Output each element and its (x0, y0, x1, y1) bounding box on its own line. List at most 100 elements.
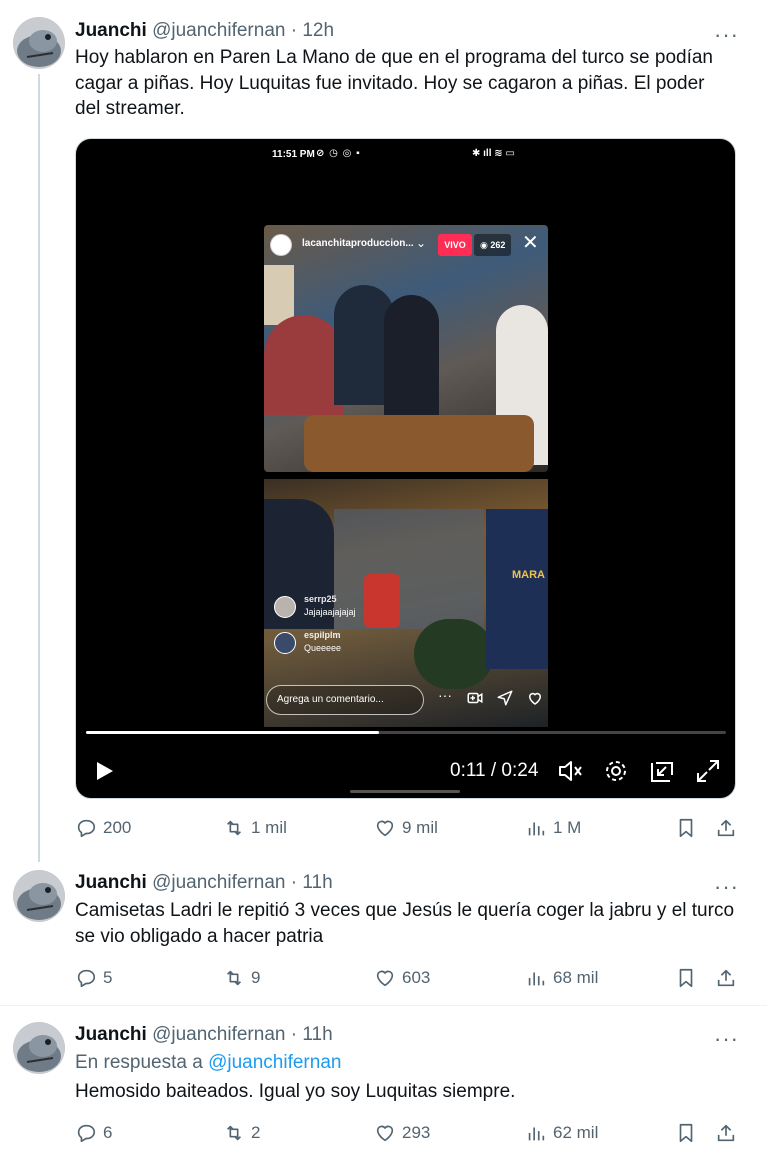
display-name[interactable]: Juanchi (75, 872, 147, 893)
like-count: 293 (402, 1123, 431, 1142)
views-button[interactable]: 68 mil (525, 965, 598, 991)
eye-icon: ◉ (480, 239, 491, 250)
reply-icon (77, 969, 96, 988)
retweet-button[interactable]: 9 (223, 965, 260, 991)
viewer-count-value: 262 (490, 240, 506, 250)
tweet-header: Juanchi @juanchifernan · 11h (75, 1024, 333, 1046)
chevron-down-icon: ⌄ (416, 236, 427, 250)
like-count: 9 mil (402, 818, 438, 837)
pip-icon[interactable] (648, 757, 676, 785)
more-options-icon[interactable]: ··· (714, 1028, 739, 1050)
video-time: 0:11 / 0:24 (450, 760, 539, 781)
video-progress-fill (86, 731, 380, 734)
live-header: lacanchitaproduccion... ⌄ VIVO ◉ 262 ✕ (264, 225, 548, 265)
views-count: 1 M (553, 818, 582, 837)
video-progress-bar[interactable] (86, 731, 726, 734)
handle[interactable]: @juanchifernan (152, 1024, 285, 1045)
bookmark-button[interactable] (675, 965, 697, 991)
comment-text: Queeeee (304, 643, 342, 653)
tweet-1[interactable]: Juanchi @juanchifernan · 12h ··· Hoy hab… (0, 0, 767, 862)
fullscreen-icon[interactable] (694, 757, 722, 785)
like-count: 603 (402, 968, 431, 987)
bookmark-button[interactable] (675, 815, 697, 841)
settings-icon[interactable] (602, 757, 630, 785)
views-button[interactable]: 1 M (525, 815, 581, 841)
tweet-2[interactable]: Juanchi @juanchifernan · 11h ··· Camiset… (0, 862, 767, 1005)
reply-button[interactable]: 6 (75, 1120, 112, 1146)
handle[interactable]: @juanchifernan (152, 872, 285, 893)
home-indicator (350, 790, 460, 793)
reply-icon (77, 1124, 96, 1143)
tweet-text: Hemosido baiteados. Igual yo soy Luquita… (75, 1081, 516, 1102)
comment-text: Jajajaajajajaj (304, 607, 356, 617)
views-icon (528, 822, 545, 836)
comment-user: serrp25 (304, 594, 337, 604)
display-name[interactable]: Juanchi (75, 1024, 147, 1045)
live-avatar (270, 234, 292, 256)
like-icon (376, 820, 394, 837)
comment-avatar (274, 596, 296, 618)
retweet-icon (226, 970, 242, 986)
reply-count: 200 (103, 818, 132, 837)
live-comment: espilplm Queeeee (274, 630, 356, 666)
tweet-actions: 200 1 mil 9 mil 1 M (75, 815, 740, 841)
retweet-count: 9 (251, 968, 261, 987)
share-icon (717, 819, 735, 837)
like-button[interactable]: 603 (374, 965, 430, 991)
camera-frame: MARA serrp25 Jajajaajajajaj espilplm Que… (264, 479, 548, 727)
tweet-actions: 6 2 293 62 mil (75, 1120, 740, 1146)
share-button[interactable] (715, 965, 737, 991)
poster-text: MARA (512, 569, 545, 581)
reply-button[interactable]: 200 (75, 815, 131, 841)
share-button[interactable] (715, 1120, 737, 1146)
retweet-button[interactable]: 1 mil (223, 815, 287, 841)
live-username: lacanchitaproduccion... (302, 238, 414, 249)
live-badge: VIVO (438, 234, 472, 256)
live-comment-bar: Agrega un comentario... ··· (264, 685, 548, 719)
display-name[interactable]: Juanchi (75, 20, 147, 41)
retweet-count: 1 mil (251, 818, 287, 837)
views-count: 62 mil (553, 1123, 599, 1142)
views-count: 68 mil (553, 968, 599, 987)
timestamp[interactable]: · 12h (291, 20, 334, 41)
volume-icon[interactable] (556, 757, 584, 785)
timestamp[interactable]: · 11h (291, 872, 333, 893)
bookmark-icon (679, 968, 693, 988)
comment-user: espilplm (304, 630, 341, 640)
views-icon (528, 972, 545, 986)
tweet-3[interactable]: Juanchi @juanchifernan · 11h ··· En resp… (0, 1006, 767, 1160)
play-icon[interactable] (92, 759, 116, 783)
reply-icon (77, 819, 96, 838)
reply-count: 5 (103, 968, 113, 987)
like-button[interactable]: 9 mil (374, 815, 438, 841)
reply-prefix: En respuesta a (75, 1052, 203, 1073)
tweet-header: Juanchi @juanchifernan · 11h (75, 872, 333, 894)
phone-status-bar: 11:51 PM ⊘ ◷ ◎ ▪ ✱ ıll ≋ ▭ (76, 147, 735, 165)
add-guest-icon (466, 689, 484, 710)
views-button[interactable]: 62 mil (525, 1120, 598, 1146)
share-icon (717, 1124, 735, 1142)
retweet-button[interactable]: 2 (223, 1120, 260, 1146)
reply-mention-link[interactable]: @juanchifernan (208, 1052, 341, 1073)
reply-button[interactable]: 5 (75, 965, 112, 991)
retweet-count: 2 (251, 1123, 261, 1142)
live-comment-input: Agrega un comentario... (266, 685, 424, 715)
avatar[interactable] (13, 1022, 65, 1074)
close-icon: ✕ (522, 232, 539, 254)
handle[interactable]: @juanchifernan (152, 20, 285, 41)
bookmark-button[interactable] (675, 1120, 697, 1146)
reply-count: 6 (103, 1123, 113, 1142)
share-button[interactable] (715, 815, 737, 841)
views-icon (528, 1127, 545, 1141)
reply-context: En respuesta a @juanchifernan (75, 1051, 341, 1075)
more-options-icon[interactable]: ··· (714, 24, 739, 46)
timestamp[interactable]: · 11h (291, 1024, 333, 1045)
like-button[interactable]: 293 (374, 1120, 430, 1146)
thread-line (38, 74, 40, 862)
viewer-count: ◉ 262 (474, 234, 512, 256)
avatar[interactable] (13, 17, 65, 69)
avatar[interactable] (13, 870, 65, 922)
share-icon (717, 969, 735, 987)
video-player[interactable]: 11:51 PM ⊘ ◷ ◎ ▪ ✱ ıll ≋ ▭ lacanchitapro… (75, 138, 736, 799)
more-options-icon[interactable]: ··· (714, 876, 739, 898)
